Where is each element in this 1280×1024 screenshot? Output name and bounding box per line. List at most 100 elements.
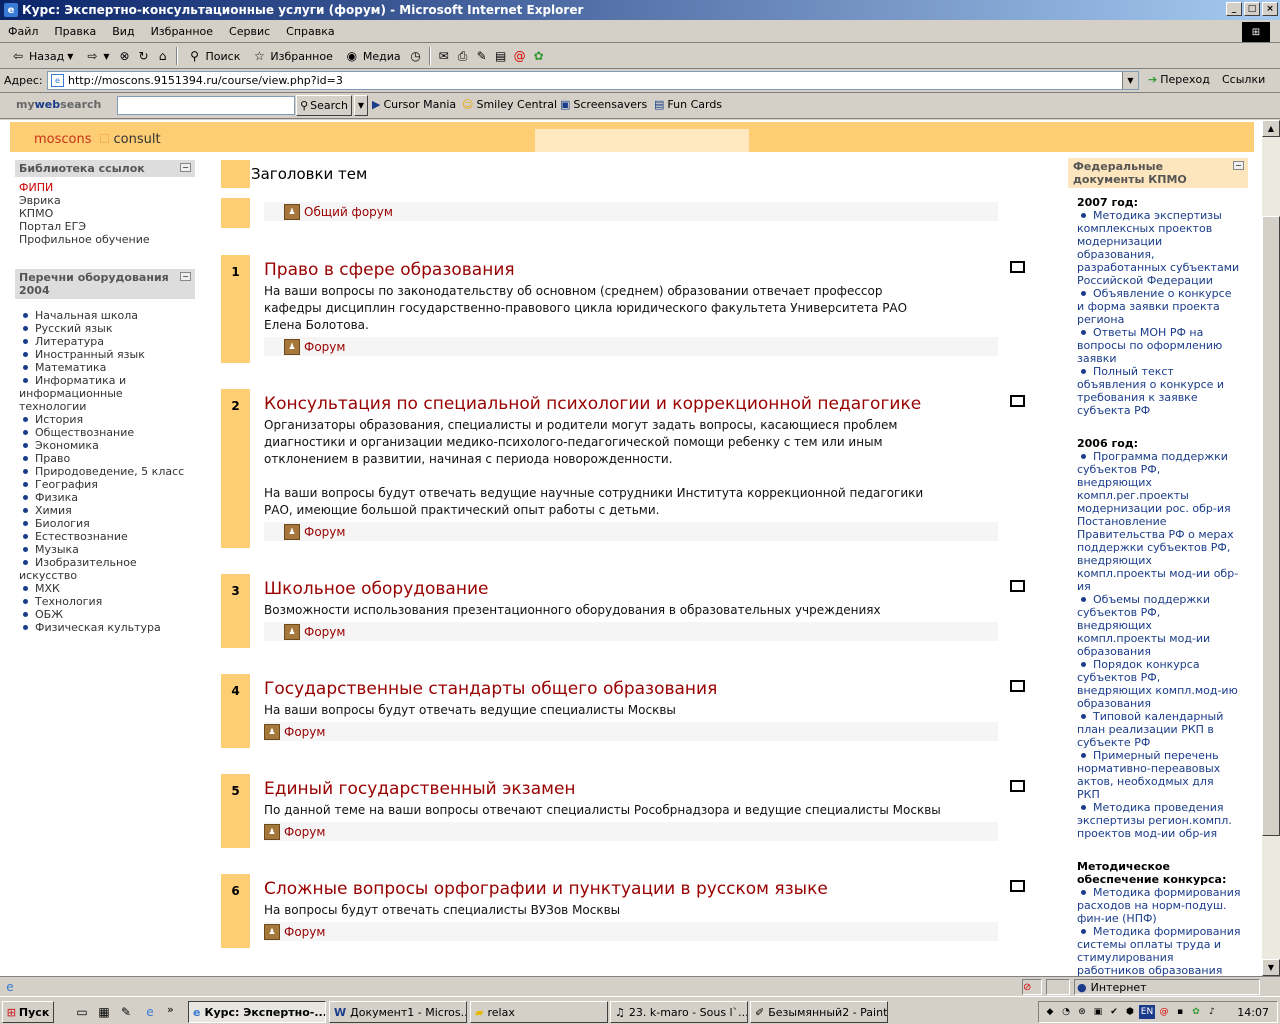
maximize-button[interactable]: □ <box>1244 2 1260 16</box>
search-dropdown-icon[interactable]: ▼ <box>354 95 368 116</box>
list-item[interactable]: Экономика <box>19 439 191 452</box>
tray-icon[interactable]: ✔ <box>1107 1005 1121 1019</box>
search-button[interactable]: ⚲ Поиск <box>183 46 245 66</box>
list-item[interactable]: Химия <box>19 504 191 517</box>
list-item[interactable]: информационные <box>19 387 191 400</box>
task-word[interactable]: W Документ1 - Micros... <box>329 1001 467 1023</box>
cursor-mania-link[interactable]: ▶ Cursor Mania <box>372 98 456 111</box>
document-link[interactable]: Методика формирования расходов на норм-по… <box>1077 886 1244 925</box>
close-button[interactable]: × <box>1262 2 1278 16</box>
history-icon[interactable]: ◷ <box>408 48 424 64</box>
collapse-icon[interactable]: − <box>180 272 191 281</box>
document-link[interactable]: Порядок конкурса субъектов РФ, внедряющих … <box>1077 658 1244 710</box>
list-item[interactable]: технологии <box>19 400 191 413</box>
print-icon[interactable]: ⎙ <box>455 48 471 64</box>
menu-file[interactable]: Файл <box>0 25 46 38</box>
scroll-thumb[interactable] <box>1262 216 1280 836</box>
list-item[interactable]: Право <box>19 452 191 465</box>
quicklaunch-desktop-icon[interactable]: ▭ <box>74 1004 90 1020</box>
list-item[interactable]: Естествознание <box>19 530 191 543</box>
site-logo[interactable]: moscons consult <box>34 132 161 147</box>
forum-link[interactable]: ♟ Форум <box>264 922 998 941</box>
tray-icon[interactable]: ⊛ <box>1075 1005 1089 1019</box>
list-item[interactable]: Литература <box>19 335 191 348</box>
list-item[interactable]: Математика <box>19 361 191 374</box>
start-button[interactable]: ⊞ Пуск <box>2 1001 54 1023</box>
document-link[interactable]: Объявление о конкурсе и форма заявки прое… <box>1077 287 1244 326</box>
list-item[interactable]: География <box>19 478 191 491</box>
discuss-icon[interactable]: ▤ <box>493 48 509 64</box>
task-ie[interactable]: e Курс: Экспертно-... <box>188 1001 326 1023</box>
document-link[interactable]: Программа поддержки субъектов РФ, внедряющ… <box>1077 450 1244 593</box>
list-item[interactable]: Иностранный язык <box>19 348 191 361</box>
forward-dropdown-icon[interactable]: ▼ <box>103 52 109 61</box>
vertical-scrollbar[interactable]: ▲ ▼ <box>1262 120 1280 976</box>
go-button[interactable]: ➔ Переход <box>1148 73 1210 86</box>
tray-icon[interactable]: ◔ <box>1059 1005 1073 1019</box>
forum-link[interactable]: ♟ Форум <box>264 622 998 641</box>
link-evrika[interactable]: Эврика <box>19 194 191 207</box>
list-item[interactable]: Начальная школа <box>19 309 191 322</box>
language-indicator[interactable]: EN <box>1139 1005 1155 1019</box>
scroll-up-icon[interactable]: ▲ <box>1262 120 1280 137</box>
edit-icon[interactable]: ✎ <box>474 48 490 64</box>
link-fipi[interactable]: ФИПИ <box>19 181 191 194</box>
list-item[interactable]: МХК <box>19 582 191 595</box>
address-dropdown-icon[interactable]: ▼ <box>1122 72 1138 89</box>
mail-icon[interactable]: ✉ <box>436 48 452 64</box>
forum-link[interactable]: ♟ Форум <box>264 337 998 356</box>
menu-edit[interactable]: Правка <box>46 25 104 38</box>
task-folder[interactable]: ▰ relax <box>470 1001 608 1023</box>
highlight-toggle[interactable] <box>1010 680 1025 692</box>
smiley-central-link[interactable]: ☺ Smiley Central <box>462 98 557 111</box>
menu-tools[interactable]: Сервис <box>221 25 278 38</box>
back-dropdown-icon[interactable]: ▼ <box>67 52 73 61</box>
list-item[interactable]: Природоведение, 5 класс <box>19 465 191 478</box>
forum-link[interactable]: ♟ Форум <box>264 822 998 841</box>
collapse-icon[interactable]: − <box>1233 161 1244 170</box>
link-profile-education[interactable]: Профильное обучение <box>19 233 191 246</box>
menu-help[interactable]: Справка <box>278 25 342 38</box>
document-link[interactable]: Ответы МОН РФ на вопросы по оформлению зая… <box>1077 326 1244 365</box>
document-link[interactable]: Типовой календарный план реализации РКП в… <box>1077 710 1244 749</box>
address-input[interactable]: e http://moscons.9151394.ru/course/view.… <box>47 71 1139 90</box>
back-button[interactable]: ⇦ Назад ▼ <box>6 46 77 66</box>
scroll-down-icon[interactable]: ▼ <box>1262 959 1280 976</box>
tray-icon[interactable]: ◆ <box>1043 1005 1057 1019</box>
menu-favorites[interactable]: Избранное <box>143 25 221 38</box>
document-link[interactable]: Полный текст объявления о конкурсе и требо… <box>1077 365 1244 417</box>
list-item[interactable]: Изобразительное <box>19 556 191 569</box>
list-item[interactable]: искусство <box>19 569 191 582</box>
tray-icon[interactable]: ♪ <box>1205 1005 1219 1019</box>
highlight-toggle[interactable] <box>1010 780 1025 792</box>
list-item[interactable]: Информатика и <box>19 374 191 387</box>
document-link[interactable]: Методика проведения экспертизы регион.ком… <box>1077 801 1244 840</box>
minimize-button[interactable]: _ <box>1226 2 1242 16</box>
list-item[interactable]: Музыка <box>19 543 191 556</box>
favorites-button[interactable]: ☆ Избранное <box>247 46 336 66</box>
tray-icon[interactable]: ▪ <box>1173 1005 1187 1019</box>
tray-icon[interactable]: ▣ <box>1091 1005 1105 1019</box>
document-link[interactable]: Методика экспертизы комплексных проектов м… <box>1077 209 1244 287</box>
tray-icon[interactable]: ⬢ <box>1123 1005 1137 1019</box>
highlight-toggle[interactable] <box>1010 261 1025 273</box>
highlight-toggle[interactable] <box>1010 880 1025 892</box>
quicklaunch-save-icon[interactable]: ▦ <box>96 1004 112 1020</box>
list-item[interactable]: ОБЖ <box>19 608 191 621</box>
media-button[interactable]: ◉ Медиа <box>340 46 405 66</box>
menu-view[interactable]: Вид <box>104 25 142 38</box>
quicklaunch-ie-icon[interactable]: e <box>142 1004 158 1020</box>
document-link[interactable]: Примерный перечень нормативно-переавовых а… <box>1077 749 1244 801</box>
list-item[interactable]: История <box>19 413 191 426</box>
task-player[interactable]: ♫ 23. k-maro - Sous l`... <box>610 1001 748 1023</box>
link-ege-portal[interactable]: Портал ЕГЭ <box>19 220 191 233</box>
list-item[interactable]: Физическая культура <box>19 621 191 634</box>
fun-cards-link[interactable]: ▤ Fun Cards <box>654 98 722 111</box>
messenger-icon[interactable]: ✿ <box>531 48 547 64</box>
at-icon[interactable]: @ <box>512 48 528 64</box>
web-search-input[interactable] <box>117 96 295 115</box>
list-item[interactable]: Русский язык <box>19 322 191 335</box>
forward-button[interactable]: ⇨ ▼ <box>80 46 113 66</box>
list-item[interactable]: Технология <box>19 595 191 608</box>
messenger-icon[interactable]: ✿ <box>1189 1005 1203 1019</box>
